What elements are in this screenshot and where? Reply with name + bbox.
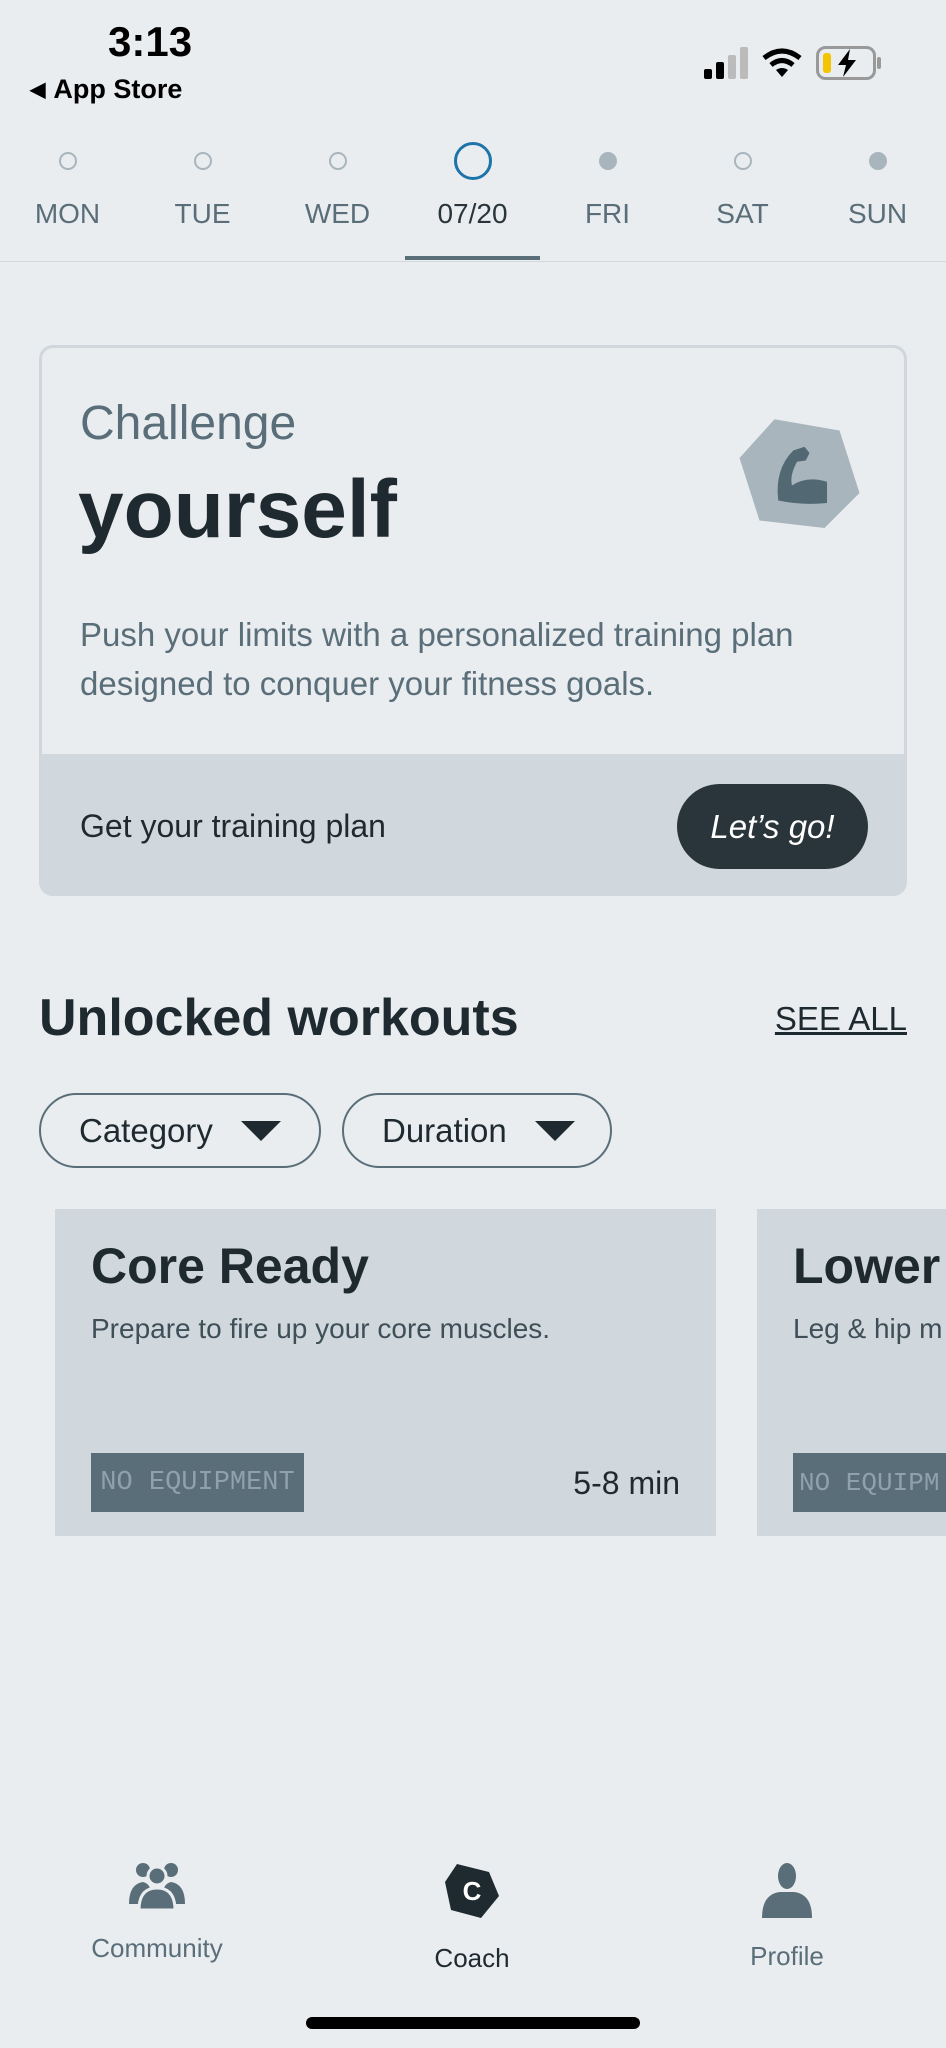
back-to-app-store[interactable]: ◀ App Store: [30, 74, 182, 105]
tab-label: Community: [91, 1933, 223, 1963]
divider: [0, 261, 946, 262]
day-sat[interactable]: SAT: [675, 140, 810, 230]
workout-card[interactable]: Core Ready Prepare to fire up your core …: [55, 1209, 716, 1536]
back-label: App Store: [53, 74, 183, 104]
day-label: FRI: [584, 198, 631, 229]
day-label: MON: [34, 198, 101, 229]
day-mon[interactable]: MON: [0, 140, 135, 230]
status-icons: [704, 46, 882, 80]
day-label: WED: [304, 198, 371, 229]
duration-filter[interactable]: Duration: [342, 1093, 612, 1168]
tab-profile[interactable]: Profile: [677, 1860, 897, 1972]
equipment-tag: NO EQUIPM: [793, 1453, 946, 1512]
back-triangle-icon: ◀: [30, 79, 46, 101]
day-wed[interactable]: WED: [270, 140, 405, 230]
workout-duration: 5-8 min: [573, 1465, 680, 1501]
training-plan-label: Get your training plan: [80, 808, 386, 844]
community-icon: [129, 1863, 185, 1912]
day-label: SUN: [847, 198, 908, 229]
workout-title: Core Ready: [91, 1238, 369, 1294]
day-07-20[interactable]: 07/20: [405, 140, 540, 230]
challenge-card: Challenge yourself Push your limits with…: [39, 345, 907, 896]
day-circle-icon: [733, 152, 752, 170]
tab-label: Coach: [434, 1943, 510, 1973]
day-label: TUE: [174, 198, 231, 229]
completed-dot-icon: [868, 152, 887, 170]
selected-day-underline: [405, 256, 540, 260]
day-label: SAT: [716, 198, 769, 229]
day-circle-icon: [328, 152, 347, 170]
completed-dot-icon: [598, 152, 617, 170]
day-circle-icon: [453, 142, 492, 180]
dropdown-arrow-icon: [534, 1120, 575, 1141]
flexed-bicep-icon: [739, 419, 860, 528]
equipment-tag: NO EQUIPMENT: [91, 1453, 304, 1512]
dropdown-arrow-icon: [240, 1120, 281, 1141]
coach-icon: C: [445, 1864, 499, 1918]
section-title: Unlocked workouts: [39, 989, 519, 1047]
tab-community[interactable]: Community: [47, 1860, 267, 1964]
day-sun[interactable]: SUN: [810, 140, 945, 230]
challenge-title: yourself: [78, 464, 397, 555]
tab-coach[interactable]: C Coach: [362, 1860, 582, 1974]
day-fri[interactable]: FRI: [540, 140, 675, 230]
workout-title: Lower: [793, 1238, 941, 1294]
challenge-body: Push your limits with a personalized tra…: [80, 616, 794, 702]
workout-card[interactable]: Lower Leg & hip m NO EQUIPM: [757, 1209, 946, 1536]
workout-description: Leg & hip m: [793, 1313, 943, 1344]
filter-label: Duration: [382, 1111, 507, 1149]
day-tue[interactable]: TUE: [135, 140, 270, 230]
status-time: 3:13: [108, 18, 193, 65]
profile-icon: [762, 1863, 812, 1918]
see-all-link[interactable]: SEE ALL: [775, 1000, 907, 1038]
home-indicator: [306, 2017, 640, 2029]
tab-label: Profile: [750, 1941, 824, 1971]
lets-go-button[interactable]: Let’s go!: [677, 784, 868, 869]
challenge-kicker: Challenge: [80, 397, 297, 450]
svg-text:C: C: [463, 1876, 482, 1906]
day-circle-icon: [58, 152, 77, 170]
category-filter[interactable]: Category: [39, 1093, 321, 1168]
day-circle-icon: [193, 152, 212, 170]
day-label: 07/20: [437, 198, 508, 229]
wifi-icon: [762, 48, 802, 77]
workout-description: Prepare to fire up your core muscles.: [91, 1313, 551, 1344]
battery-charging-icon: [816, 46, 881, 80]
filter-label: Category: [79, 1111, 213, 1149]
signal-icon: [704, 47, 748, 79]
